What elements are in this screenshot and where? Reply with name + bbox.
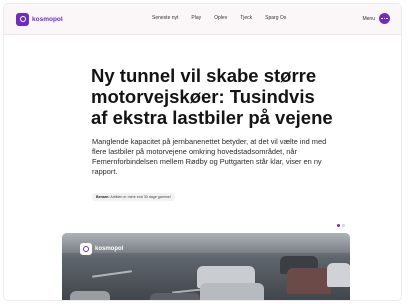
brand-name: kosmopol <box>32 15 63 23</box>
carousel-dot[interactable] <box>342 224 345 227</box>
nav-item-play[interactable]: Play <box>191 15 201 21</box>
article-byline: Benarn: Artiklen er mere end 30 dage gam… <box>92 193 175 201</box>
article-lead: Manglende kapacitet på jernbanenettet be… <box>92 137 327 176</box>
hero-image: kosmopol <box>62 233 350 300</box>
nav-item-tjeck[interactable]: Tjeck <box>240 15 252 21</box>
carousel-dot-active[interactable] <box>337 224 340 227</box>
kosmopol-logo-icon <box>16 12 29 26</box>
menu-button[interactable]: Menu <box>362 13 390 24</box>
hero-brand-overlay: kosmopol <box>80 243 123 255</box>
menu-label: Menu <box>362 15 375 22</box>
main-nav: Seneste nyt Play Oplev Tjeck Sparg Os <box>152 15 299 21</box>
byline-label: Benarn: <box>96 195 110 199</box>
kosmopol-logo-icon <box>80 243 92 255</box>
nav-item-seneste-nyt[interactable]: Seneste nyt <box>152 15 178 21</box>
nav-item-sparg-os[interactable]: Sparg Os <box>265 15 286 21</box>
carousel-indicator <box>337 224 345 227</box>
brand-logo[interactable]: kosmopol <box>16 12 63 26</box>
article-headline: Ny tunnel vil skabe større motorvejskøer… <box>91 65 333 128</box>
hero-brand-name: kosmopol <box>95 246 124 252</box>
top-navigation: kosmopol Seneste nyt Play Oplev Tjeck Sp… <box>4 4 401 35</box>
nav-item-oplev[interactable]: Oplev <box>214 15 227 21</box>
more-dots-icon <box>379 13 390 24</box>
page-frame: kosmopol Seneste nyt Play Oplev Tjeck Sp… <box>4 4 401 300</box>
byline-text: Artiklen er mere end 30 dage gammel <box>110 195 171 199</box>
